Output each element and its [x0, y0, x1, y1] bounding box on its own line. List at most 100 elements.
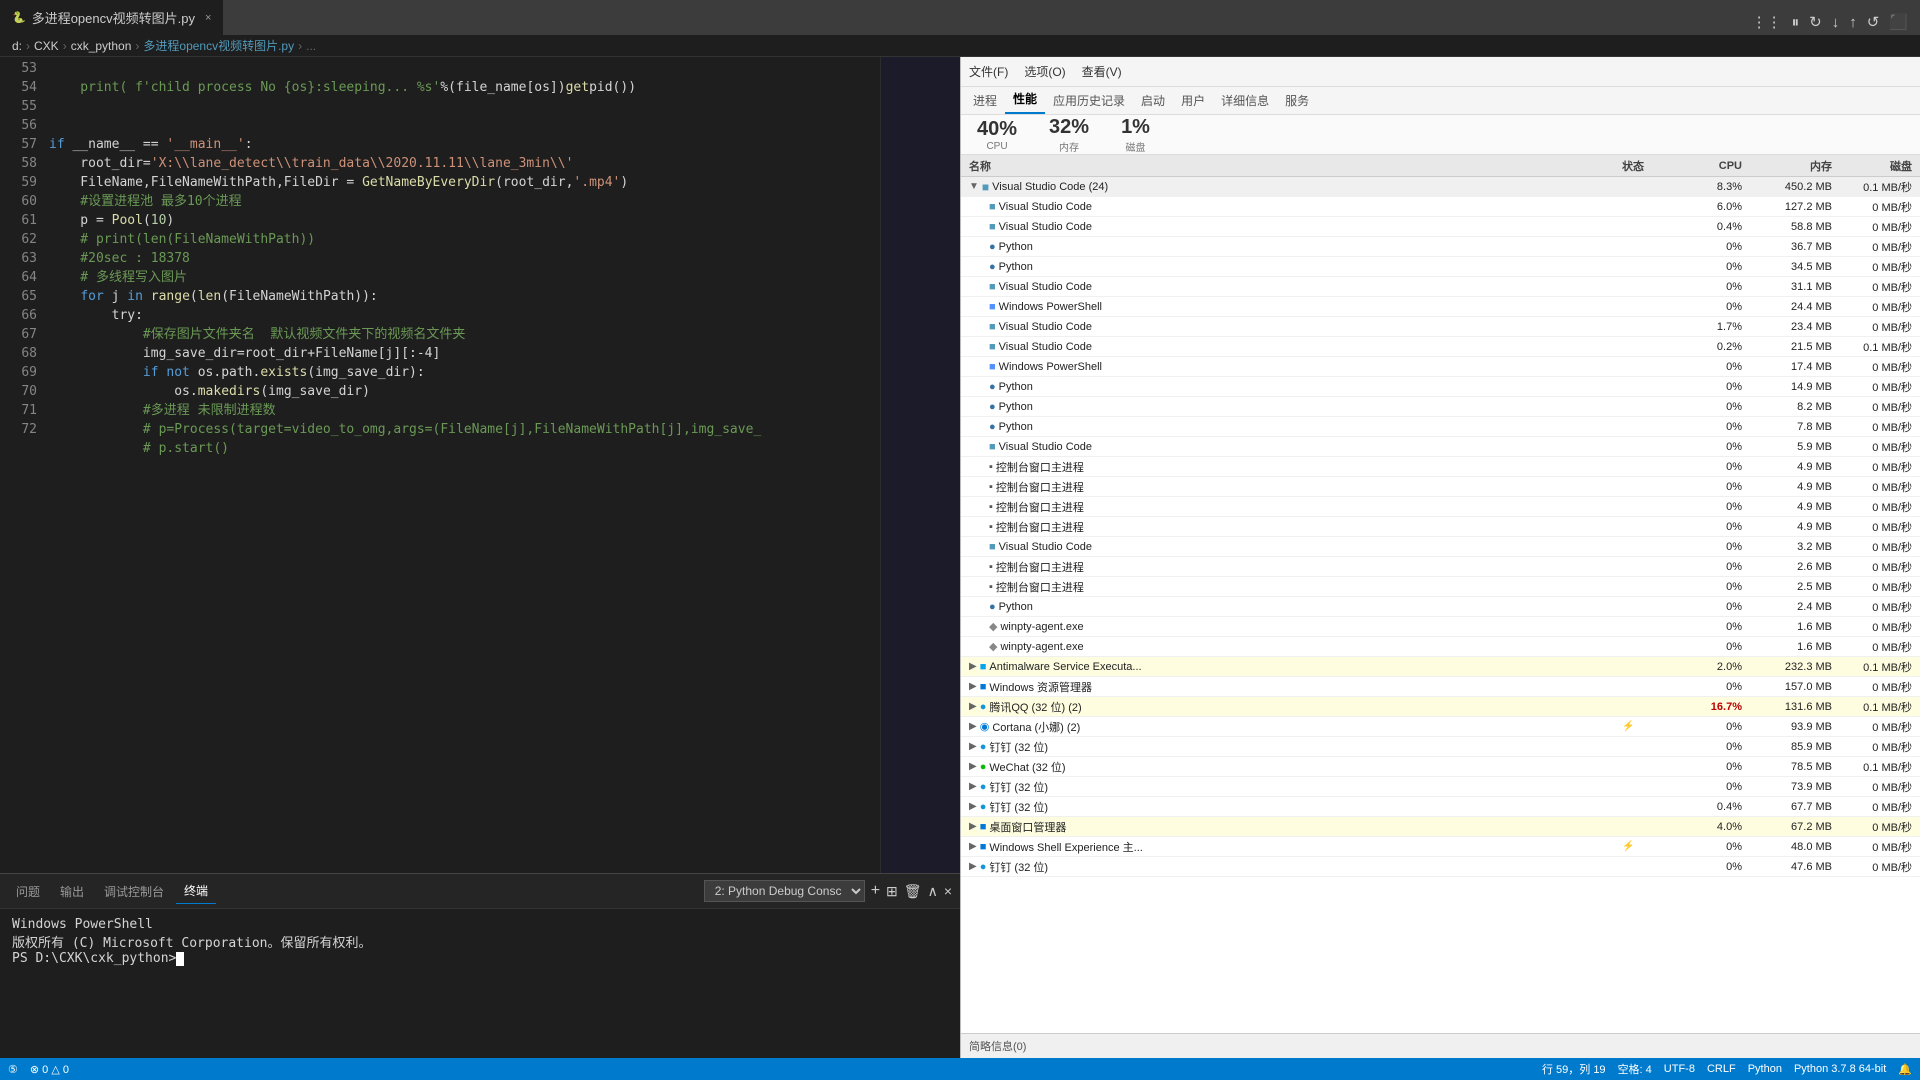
tm-table-body[interactable]: ▼ ■ Visual Studio Code (24) 8.3% 450.2 M…: [961, 177, 1920, 1033]
table-row[interactable]: ▪ 控制台窗口主进程 0%2.5 MB0 MB/秒: [961, 577, 1920, 597]
tm-tab-services[interactable]: 服务: [1277, 87, 1317, 114]
tm-view-menu[interactable]: 查看(V): [1082, 63, 1122, 80]
table-row[interactable]: ▶ ■ Antimalware Service Executa... 2.0%2…: [961, 657, 1920, 677]
add-terminal-icon[interactable]: +: [871, 882, 880, 900]
table-row[interactable]: ● Python 0%2.4 MB0 MB/秒: [961, 597, 1920, 617]
table-row[interactable]: ▪ 控制台窗口主进程 0%2.6 MB0 MB/秒: [961, 557, 1920, 577]
expand-icon[interactable]: ▶: [969, 661, 977, 672]
wse-icon: ■: [980, 841, 987, 853]
tm-file-menu[interactable]: 文件(F): [969, 63, 1008, 80]
table-row[interactable]: ● Python 0%36.7 MB0 MB/秒: [961, 237, 1920, 257]
expand-icon[interactable]: ▶: [969, 761, 977, 772]
expand-icon[interactable]: ▶: [969, 861, 977, 872]
table-row[interactable]: ▶ ■ Windows Shell Experience 主... ⚡0%48.…: [961, 837, 1920, 857]
split-terminal-icon[interactable]: ⊞: [886, 883, 898, 900]
table-row[interactable]: ◆ winpty-agent.exe 0%1.6 MB0 MB/秒: [961, 617, 1920, 637]
app-container: 🐍 多进程opencv视频转图片.py × ⋮⋮ ⏸ ↻ ↓ ↑ ↺ ⬛ d: …: [0, 0, 1920, 1080]
table-row[interactable]: ◆ winpty-agent.exe 0%1.6 MB0 MB/秒: [961, 637, 1920, 657]
table-row[interactable]: ■ Visual Studio Code 0%3.2 MB0 MB/秒: [961, 537, 1920, 557]
terminal-session-select[interactable]: 2: Python Debug Consc: [704, 880, 865, 902]
wechat-icon: ●: [980, 761, 987, 773]
tab-problems[interactable]: 问题: [8, 879, 48, 904]
spaces[interactable]: 空格: 4: [1618, 1061, 1652, 1077]
table-row[interactable]: ▶ ● 钉钉 (32 位) 0%73.9 MB0 MB/秒: [961, 777, 1920, 797]
table-row[interactable]: ▶ ◉ Cortana (小娜) (2) ⚡0%93.9 MB0 MB/秒: [961, 717, 1920, 737]
trash-icon[interactable]: 🗑: [904, 883, 922, 900]
col-cpu[interactable]: CPU: [1672, 160, 1742, 172]
expand-icon[interactable]: ▶: [969, 741, 977, 752]
notifications-icon[interactable]: 🔔: [1898, 1063, 1912, 1076]
expand-icon[interactable]: ▶: [969, 701, 977, 712]
table-row[interactable]: ■ Visual Studio Code 1.7%23.4 MB0 MB/秒: [961, 317, 1920, 337]
tm-tab-startup[interactable]: 启动: [1133, 87, 1173, 114]
expand-icon[interactable]: ▶: [969, 721, 977, 732]
table-row[interactable]: ▶ ● WeChat (32 位) 0%78.5 MB0.1 MB/秒: [961, 757, 1920, 777]
table-row[interactable]: ▶ ● 钉钉 (32 位) 0%85.9 MB0 MB/秒: [961, 737, 1920, 757]
table-row[interactable]: ● Python 0%34.5 MB0 MB/秒: [961, 257, 1920, 277]
table-row[interactable]: ■ Windows PowerShell 0%17.4 MB0 MB/秒: [961, 357, 1920, 377]
close-terminal-icon[interactable]: ×: [944, 883, 952, 899]
table-row[interactable]: ▶ ● 钉钉 (32 位) 0.4%67.7 MB0 MB/秒: [961, 797, 1920, 817]
stop-icon[interactable]: ⬛: [1889, 13, 1908, 31]
table-row[interactable]: ▪ 控制台窗口主进程 0%4.9 MB0 MB/秒: [961, 497, 1920, 517]
tm-tab-users[interactable]: 用户: [1173, 87, 1213, 114]
pause-icon[interactable]: ⏸: [1792, 14, 1800, 31]
step-out-icon[interactable]: ↺: [1867, 13, 1880, 31]
col-mem[interactable]: 内存: [1742, 158, 1832, 174]
git-branch[interactable]: ⑤: [8, 1063, 18, 1076]
table-row[interactable]: ■ Visual Studio Code 0.2%21.5 MB0.1 MB/秒: [961, 337, 1920, 357]
row-col[interactable]: 行 59，列 19: [1542, 1061, 1606, 1077]
col-disk[interactable]: 磁盘: [1832, 158, 1912, 174]
tm-tab-details[interactable]: 详细信息: [1213, 87, 1277, 114]
expand-icon[interactable]: ▶: [969, 681, 977, 692]
table-row[interactable]: ■ Visual Studio Code 0%5.9 MB0 MB/秒: [961, 437, 1920, 457]
col-name[interactable]: 名称: [969, 158, 1622, 174]
active-tab[interactable]: 🐍 多进程opencv视频转图片.py ×: [0, 0, 223, 35]
expand-icon[interactable]: ▶: [969, 801, 977, 812]
table-row[interactable]: ■ Visual Studio Code 0%31.1 MB0 MB/秒: [961, 277, 1920, 297]
tab-terminal[interactable]: 终端: [176, 878, 216, 904]
expand-icon[interactable]: ▶: [969, 781, 977, 792]
language[interactable]: Python: [1748, 1063, 1782, 1075]
table-row[interactable]: ▶ ■ Windows 资源管理器 0%157.0 MB0 MB/秒: [961, 677, 1920, 697]
table-row[interactable]: ● Python 0%8.2 MB0 MB/秒: [961, 397, 1920, 417]
encoding[interactable]: UTF-8: [1664, 1063, 1695, 1075]
step-over-icon[interactable]: ↓: [1832, 14, 1840, 31]
tm-options-menu[interactable]: 选项(O): [1024, 63, 1065, 80]
tm-tab-processes[interactable]: 进程: [965, 87, 1005, 114]
table-row[interactable]: ▶ ■ 桌面窗口管理器 4.0%67.2 MB0 MB/秒: [961, 817, 1920, 837]
expand-icon[interactable]: ▼: [969, 181, 979, 192]
table-row[interactable]: ■ Visual Studio Code 0.4%58.8 MB0 MB/秒: [961, 217, 1920, 237]
restart-icon[interactable]: ↻: [1809, 13, 1822, 31]
tm-tab-performance[interactable]: 性能: [1005, 85, 1045, 114]
table-row[interactable]: ▪ 控制台窗口主进程 0%4.9 MB0 MB/秒: [961, 517, 1920, 537]
line-ending[interactable]: CRLF: [1707, 1063, 1736, 1075]
main-area: 53 54 55 56 57 58 59 60 61 62 63 64 65 6…: [0, 57, 1920, 1058]
table-row[interactable]: ■ Visual Studio Code 6.0%127.2 MB0 MB/秒: [961, 197, 1920, 217]
tab-debug-console[interactable]: 调试控制台: [96, 879, 172, 904]
tab-output[interactable]: 输出: [52, 879, 92, 904]
layout-icon[interactable]: ⋮⋮: [1752, 13, 1782, 31]
dd4-icon: ●: [980, 861, 987, 873]
tm-tab-history[interactable]: 应用历史记录: [1045, 87, 1133, 114]
table-row[interactable]: ▪ 控制台窗口主进程 0%4.9 MB0 MB/秒: [961, 457, 1920, 477]
dd3-icon: ●: [980, 801, 987, 813]
tab-close-icon[interactable]: ×: [205, 12, 211, 24]
table-row[interactable]: ▼ ■ Visual Studio Code (24) 8.3% 450.2 M…: [961, 177, 1920, 197]
table-row[interactable]: ▪ 控制台窗口主进程 0%4.9 MB0 MB/秒: [961, 477, 1920, 497]
table-row[interactable]: ▶ ● 腾讯QQ (32 位) (2) 16.7%131.6 MB0.1 MB/…: [961, 697, 1920, 717]
collapse-icon[interactable]: ∧: [928, 883, 938, 900]
errors-warnings[interactable]: ⊗ 0 △ 0: [30, 1063, 69, 1076]
expand-icon[interactable]: ▶: [969, 821, 977, 832]
python-version[interactable]: Python 3.7.8 64-bit: [1794, 1063, 1886, 1075]
expand-icon[interactable]: ▶: [969, 841, 977, 852]
tm-footer: 简略信息(0): [961, 1033, 1920, 1058]
step-into-icon[interactable]: ↑: [1849, 14, 1857, 31]
col-status[interactable]: 状态: [1622, 158, 1672, 174]
code-content[interactable]: print( f'child process No {os}:sleeping.…: [45, 57, 880, 873]
terminal-content[interactable]: Windows PowerShell 版权所有 (C) Microsoft Co…: [0, 909, 960, 1058]
table-row[interactable]: ● Python 0%7.8 MB0 MB/秒: [961, 417, 1920, 437]
table-row[interactable]: ■ Windows PowerShell 0%24.4 MB0 MB/秒: [961, 297, 1920, 317]
table-row[interactable]: ● Python 0%14.9 MB0 MB/秒: [961, 377, 1920, 397]
table-row[interactable]: ▶ ● 钉钉 (32 位) 0%47.6 MB0 MB/秒: [961, 857, 1920, 877]
